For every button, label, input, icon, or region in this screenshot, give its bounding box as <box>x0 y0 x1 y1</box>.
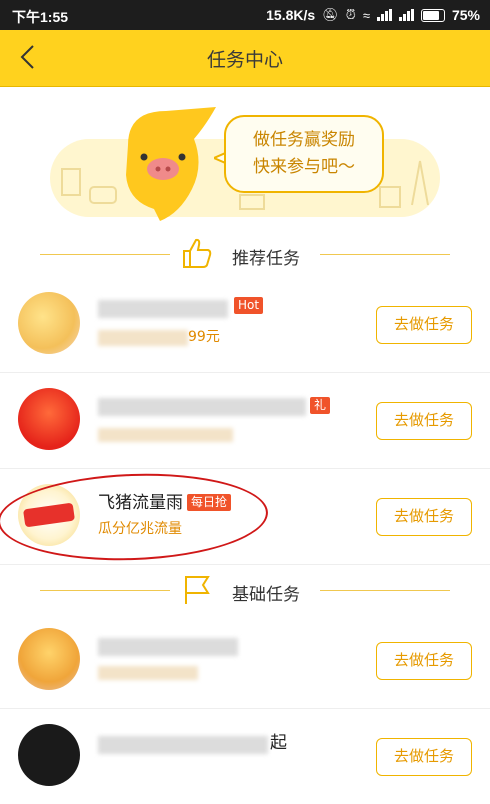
battery-level: 75% <box>451 7 480 23</box>
section-recommended: 推荐任务 <box>0 234 490 274</box>
task-title: 礼 <box>306 396 331 416</box>
do-task-button[interactable]: 去做任务 <box>376 642 472 680</box>
speech-bubble: 做任务赢奖励 快来参与吧～ <box>224 115 384 193</box>
task-row[interactable]: 去做任务 <box>0 612 490 709</box>
signal-icon-2 <box>398 9 414 21</box>
section-title: 推荐任务 <box>232 249 300 269</box>
do-task-button[interactable]: 去做任务 <box>376 738 472 776</box>
task-avatar <box>18 292 80 354</box>
alarm-icon: ⏰︎ <box>345 7 356 22</box>
task-row[interactable]: 礼 去做任务 <box>0 372 490 469</box>
task-avatar <box>18 724 80 786</box>
gift-badge: 礼 <box>310 397 331 414</box>
app-header: 任务中心 <box>0 30 490 87</box>
bubble-line-1: 做任务赢奖励 <box>253 130 355 150</box>
status-time: 下午1:55 <box>12 9 69 25</box>
thumbs-up-icon <box>183 238 212 268</box>
section-title: 基础任务 <box>232 585 300 605</box>
pig-mascot-icon <box>126 107 216 221</box>
task-avatar <box>18 388 80 450</box>
task-subtitle: 99元 <box>188 329 220 345</box>
signal-icon <box>376 9 392 21</box>
flag-icon <box>185 576 210 604</box>
page-title: 任务中心 <box>206 49 283 71</box>
do-task-button[interactable]: 去做任务 <box>376 306 472 344</box>
network-speed: 15.8K/s <box>266 7 316 23</box>
task-row[interactable]: Hot 99元 去做任务 <box>0 276 490 373</box>
bubble-line-2: 快来参与吧～ <box>253 157 355 177</box>
task-title: Hot <box>230 296 264 316</box>
mute-icon: 🔕︎ <box>322 7 339 22</box>
task-avatar <box>18 628 80 690</box>
battery-icon <box>420 8 445 22</box>
do-task-button[interactable]: 去做任务 <box>376 402 472 440</box>
status-bar: 下午1:55 15.8K/s 🔕︎ ⏰︎ ≈ 75% <box>0 0 490 30</box>
task-row[interactable]: 起 去做任务 <box>0 708 490 804</box>
wifi-icon: ≈ <box>362 7 370 23</box>
section-basic: 基础任务 <box>0 570 490 610</box>
task-title: 起 <box>270 733 287 753</box>
task-banner: 做任务赢奖励 快来参与吧～ <box>0 87 490 227</box>
hot-badge: Hot <box>234 297 264 314</box>
do-task-button[interactable]: 去做任务 <box>376 498 472 536</box>
status-indicators: 15.8K/s 🔕︎ ⏰︎ ≈ 75% <box>266 7 480 23</box>
